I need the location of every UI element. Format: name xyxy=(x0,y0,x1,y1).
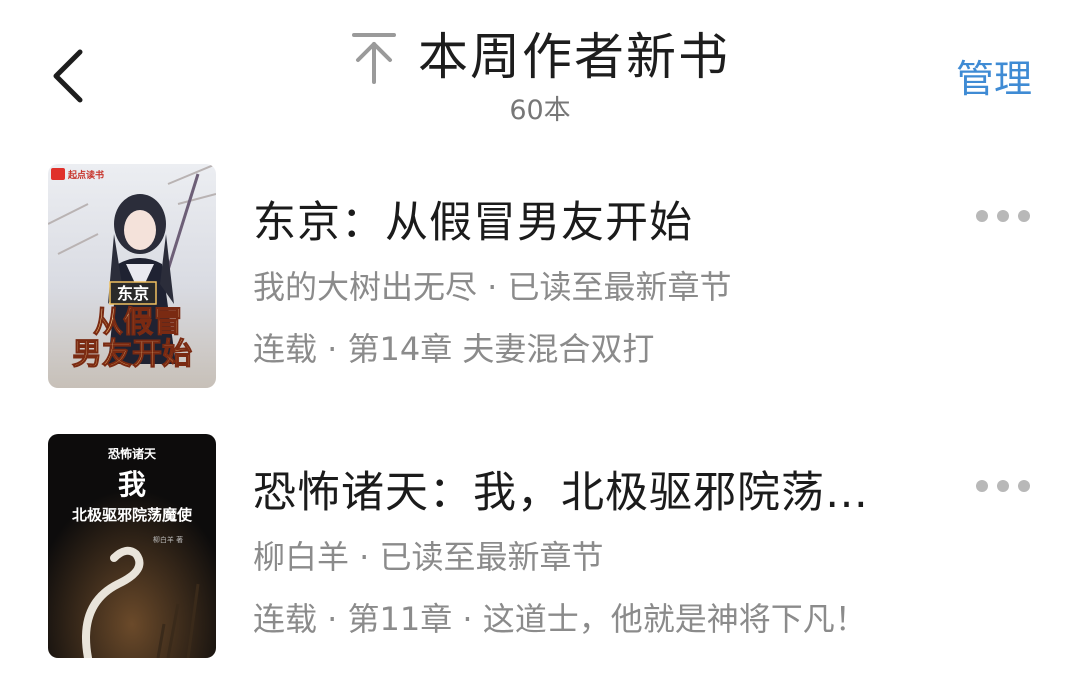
page-title: 本周作者新书 xyxy=(418,28,730,86)
book-title: 恐怖诸天：我，北极驱邪院荡… xyxy=(253,468,869,518)
top-bar: 本周作者新书 60本 管理 xyxy=(0,0,1080,140)
title-block: 本周作者新书 60本 xyxy=(300,22,780,132)
dot-icon xyxy=(976,480,988,492)
chevron-left-icon xyxy=(53,49,83,103)
cover-line1: 恐怖诸天 xyxy=(108,446,157,461)
book-progress: 连载 · 第14章 夫妻混合双打 xyxy=(253,330,655,368)
back-button[interactable] xyxy=(40,40,100,110)
cover-line2: 我 xyxy=(118,468,146,501)
more-options-button[interactable] xyxy=(972,206,1034,226)
more-options-button[interactable] xyxy=(972,476,1034,496)
cover-author: 柳白羊 著 xyxy=(153,535,183,544)
book-progress: 连载 · 第11章 · 这道士，他就是神将下凡！ xyxy=(253,600,867,638)
dot-icon xyxy=(997,210,1009,222)
dot-icon xyxy=(997,480,1009,492)
book-cover: 恐怖诸天 我 北极驱邪院荡魔使 柳白羊 著 xyxy=(48,434,216,658)
book-cover: 起点读书 东京 从假冒 男友开始 xyxy=(48,164,216,388)
book-count: 60本 xyxy=(509,95,571,126)
dot-icon xyxy=(1018,480,1030,492)
book-author-status: 柳白羊 · 已读至最新章节 xyxy=(253,538,604,576)
dot-icon xyxy=(1018,210,1030,222)
book-item[interactable]: 起点读书 东京 从假冒 男友开始 东京：从假冒男友开始 我的大树出无尽 · 已读… xyxy=(0,164,1080,404)
book-title: 东京：从假冒男友开始 xyxy=(253,198,693,248)
cover-title-line2: 从假冒 xyxy=(93,305,183,340)
cover-title-line3: 男友开始 xyxy=(72,337,192,372)
cover-title-line1: 东京 xyxy=(117,284,149,303)
pin-top-icon[interactable] xyxy=(350,30,398,84)
cover-line3: 北极驱邪院荡魔使 xyxy=(72,506,193,524)
book-author-status: 我的大树出无尽 · 已读至最新章节 xyxy=(253,268,732,306)
book-item[interactable]: 恐怖诸天 我 北极驱邪院荡魔使 柳白羊 著 恐怖诸天：我，北极驱邪院荡… 柳白羊… xyxy=(0,434,1080,674)
cover-brand: 起点读书 xyxy=(67,169,104,181)
dot-icon xyxy=(976,210,988,222)
manage-button[interactable]: 管理 xyxy=(956,48,1032,103)
